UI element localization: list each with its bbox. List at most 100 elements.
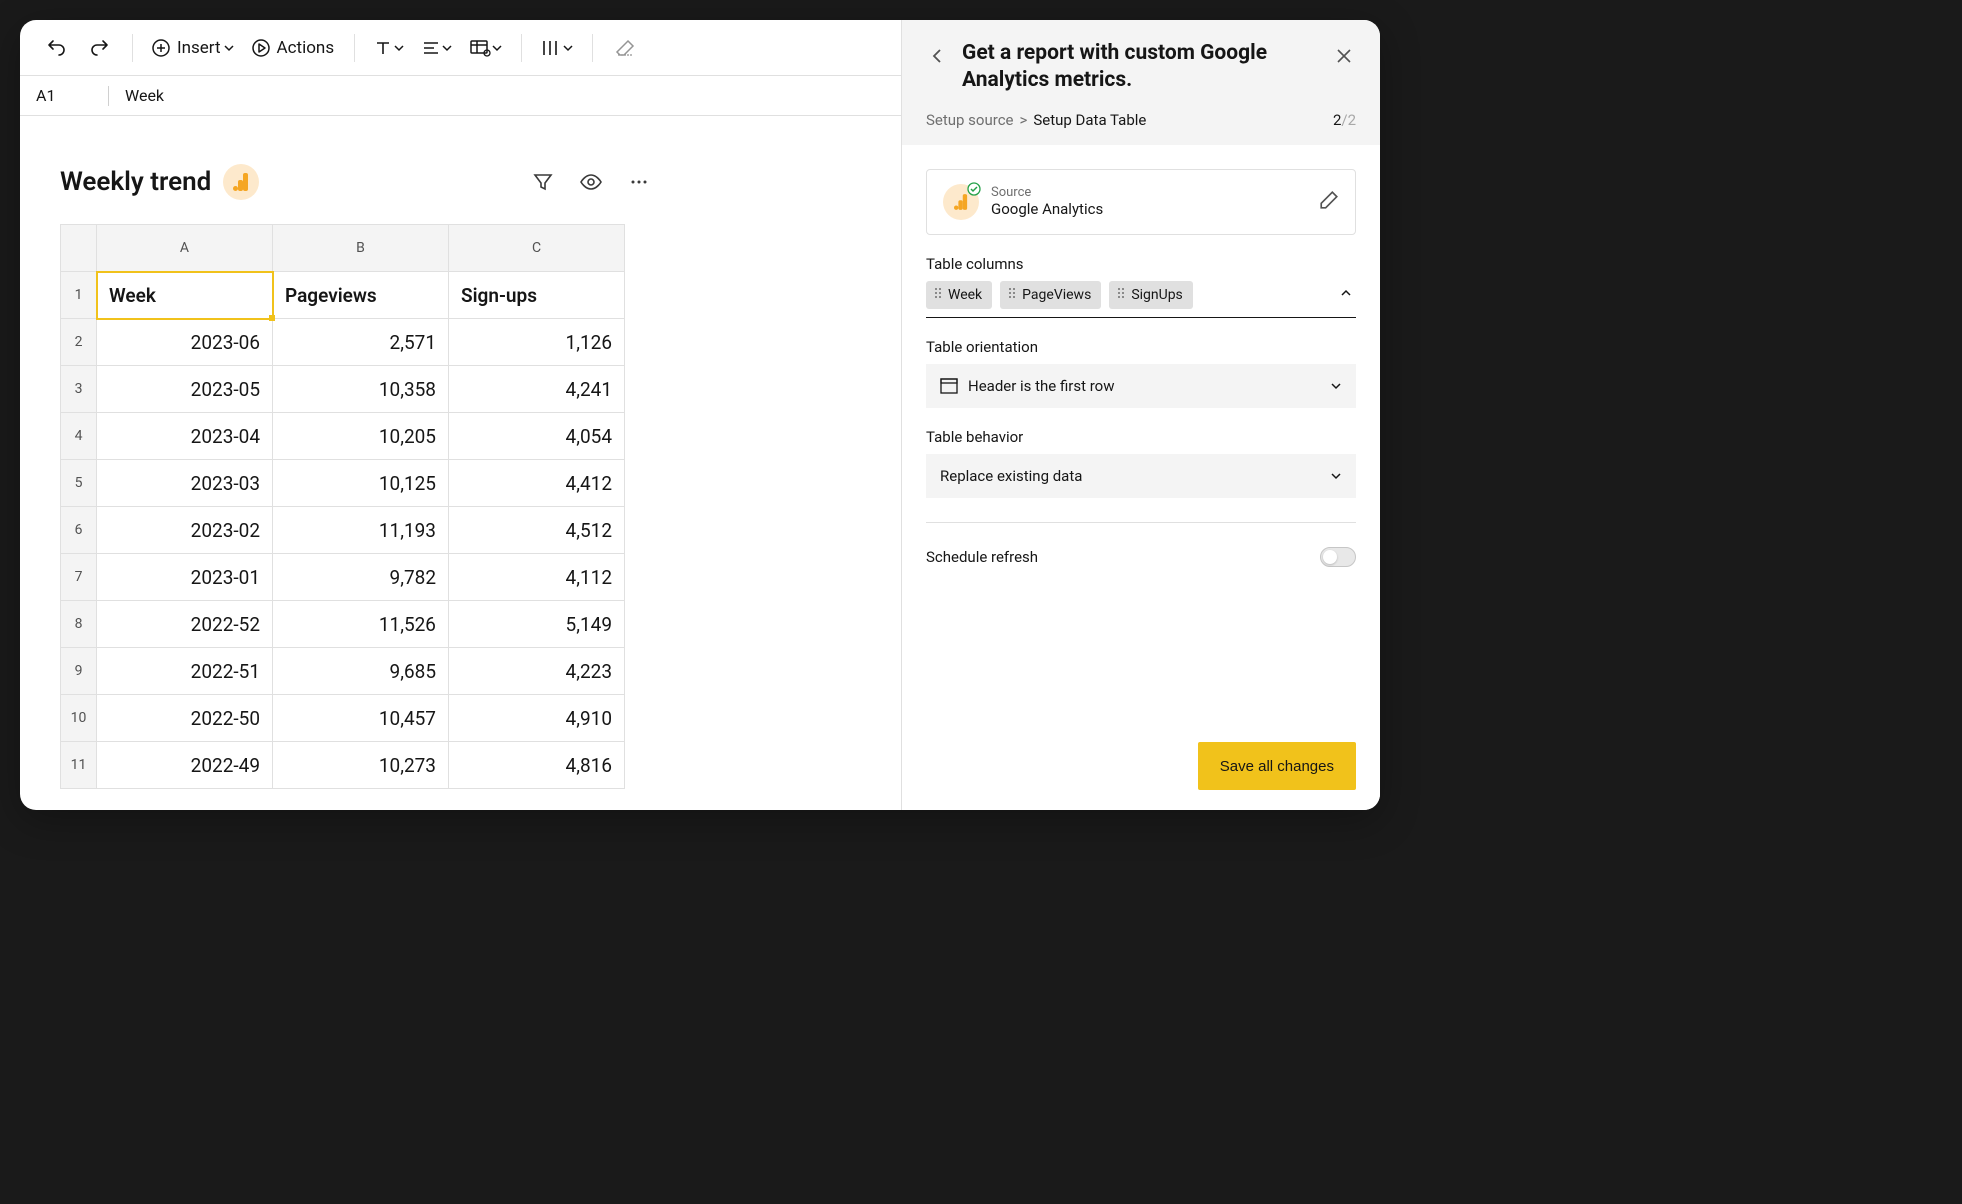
field-label: Table columns: [926, 255, 1356, 273]
columns-dropdown-button[interactable]: [1336, 283, 1356, 307]
grid-cell[interactable]: 4,816: [449, 742, 625, 789]
source-card[interactable]: Source Google Analytics: [926, 169, 1356, 235]
grid-cell[interactable]: 2022-50: [97, 695, 273, 742]
chevron-down-icon: [1330, 470, 1342, 482]
cell-reference-bar: A1 Week: [20, 76, 901, 116]
grid-cell[interactable]: 2023-05: [97, 366, 273, 413]
breadcrumb-item[interactable]: Setup source: [926, 111, 1014, 129]
actions-button[interactable]: Actions: [245, 28, 343, 68]
row-header[interactable]: 8: [61, 601, 97, 648]
table-columns-field: Table columns Week PageViews SignUps: [926, 255, 1356, 318]
grid-cell[interactable]: 2022-51: [97, 648, 273, 695]
row-header[interactable]: 2: [61, 319, 97, 366]
chevron-down-icon: [491, 42, 503, 54]
google-analytics-icon: [954, 194, 968, 210]
grid-cell[interactable]: 4,223: [449, 648, 625, 695]
grid-cell[interactable]: 10,358: [273, 366, 449, 413]
corner-cell[interactable]: [61, 225, 97, 272]
filter-button[interactable]: [527, 166, 559, 198]
back-button[interactable]: [926, 44, 950, 68]
visibility-button[interactable]: [575, 166, 607, 198]
grid-cell[interactable]: 2023-04: [97, 413, 273, 460]
grid-cell[interactable]: 9,782: [273, 554, 449, 601]
schedule-refresh-toggle[interactable]: [1320, 547, 1356, 567]
row-header[interactable]: 3: [61, 366, 97, 413]
divider: [108, 86, 109, 106]
grid-cell[interactable]: 11,193: [273, 507, 449, 554]
grid-cell[interactable]: 2023-02: [97, 507, 273, 554]
undo-button[interactable]: [36, 28, 76, 68]
cell-reference[interactable]: A1: [36, 86, 92, 105]
grid-cell[interactable]: Sign-ups: [449, 272, 625, 319]
edit-source-button[interactable]: [1319, 190, 1339, 214]
row-header[interactable]: 4: [61, 413, 97, 460]
grid-cell[interactable]: 4,512: [449, 507, 625, 554]
chip-label: SignUps: [1131, 287, 1182, 303]
sheet-header: Weekly trend: [60, 164, 901, 200]
filter-icon: [533, 172, 553, 192]
grid-cell[interactable]: 2023-03: [97, 460, 273, 507]
behavior-select[interactable]: Replace existing data: [926, 454, 1356, 498]
grid-cell[interactable]: 4,412: [449, 460, 625, 507]
grid-cell[interactable]: 10,125: [273, 460, 449, 507]
grid-cell[interactable]: 10,273: [273, 742, 449, 789]
column-chip[interactable]: PageViews: [1000, 281, 1101, 309]
column-header[interactable]: B: [273, 225, 449, 272]
grid-cell[interactable]: 2022-52: [97, 601, 273, 648]
row-header[interactable]: 11: [61, 742, 97, 789]
more-button[interactable]: [623, 166, 655, 198]
grid-cell[interactable]: 2023-01: [97, 554, 273, 601]
row-header[interactable]: 6: [61, 507, 97, 554]
google-analytics-badge[interactable]: [223, 164, 259, 200]
grid-cell[interactable]: 10,205: [273, 413, 449, 460]
grid-cell[interactable]: Pageviews: [273, 272, 449, 319]
grid-cell[interactable]: 2022-49: [97, 742, 273, 789]
redo-button[interactable]: [80, 28, 120, 68]
sheet-title: Weekly trend: [60, 167, 211, 197]
config-sidebar: Get a report with custom Google Analytic…: [902, 20, 1380, 810]
formula-input[interactable]: Week: [125, 86, 164, 105]
grid-cell[interactable]: 1,126: [449, 319, 625, 366]
column-chip[interactable]: SignUps: [1109, 281, 1192, 309]
google-analytics-icon: [233, 173, 249, 191]
erase-button[interactable]: [605, 28, 645, 68]
row-header[interactable]: 10: [61, 695, 97, 742]
row-header[interactable]: 5: [61, 460, 97, 507]
save-button[interactable]: Save all changes: [1198, 742, 1356, 790]
grid-cell[interactable]: Week: [97, 272, 273, 319]
grid-cell[interactable]: 2023-06: [97, 319, 273, 366]
close-button[interactable]: [1332, 44, 1356, 68]
toolbar-divider: [354, 34, 355, 62]
align-button[interactable]: [415, 28, 459, 68]
columns-chip-row[interactable]: Week PageViews SignUps: [926, 281, 1356, 318]
toolbar-divider: [521, 34, 522, 62]
grid-cell[interactable]: 10,457: [273, 695, 449, 742]
row-header[interactable]: 7: [61, 554, 97, 601]
grid-cell[interactable]: 4,054: [449, 413, 625, 460]
row-header[interactable]: 9: [61, 648, 97, 695]
row-header[interactable]: 1: [61, 272, 97, 319]
grid-cell[interactable]: 4,241: [449, 366, 625, 413]
grid-cell[interactable]: 4,112: [449, 554, 625, 601]
orientation-select[interactable]: Header is the first row: [926, 364, 1356, 408]
grid-cell[interactable]: 2,571: [273, 319, 449, 366]
step-current: 2: [1333, 111, 1341, 129]
grid-cell[interactable]: 11,526: [273, 601, 449, 648]
play-circle-icon: [251, 38, 271, 58]
toggle-label: Schedule refresh: [926, 548, 1038, 566]
toolbar-divider: [592, 34, 593, 62]
insert-button[interactable]: Insert: [145, 28, 241, 68]
chevron-down-icon: [1330, 380, 1342, 392]
column-chip[interactable]: Week: [926, 281, 992, 309]
text-format-button[interactable]: [367, 28, 411, 68]
table-row-icon: [940, 378, 958, 394]
layout-button[interactable]: [534, 28, 580, 68]
grid-cell[interactable]: 4,910: [449, 695, 625, 742]
grid-cell[interactable]: 9,685: [273, 648, 449, 695]
table-format-button[interactable]: [463, 28, 509, 68]
breadcrumb-item-active: Setup Data Table: [1033, 111, 1146, 129]
spreadsheet-grid[interactable]: A B C 1 Week Pageviews Sign-ups 22023-06…: [60, 224, 625, 789]
column-header[interactable]: C: [449, 225, 625, 272]
column-header[interactable]: A: [97, 225, 273, 272]
grid-cell[interactable]: 5,149: [449, 601, 625, 648]
